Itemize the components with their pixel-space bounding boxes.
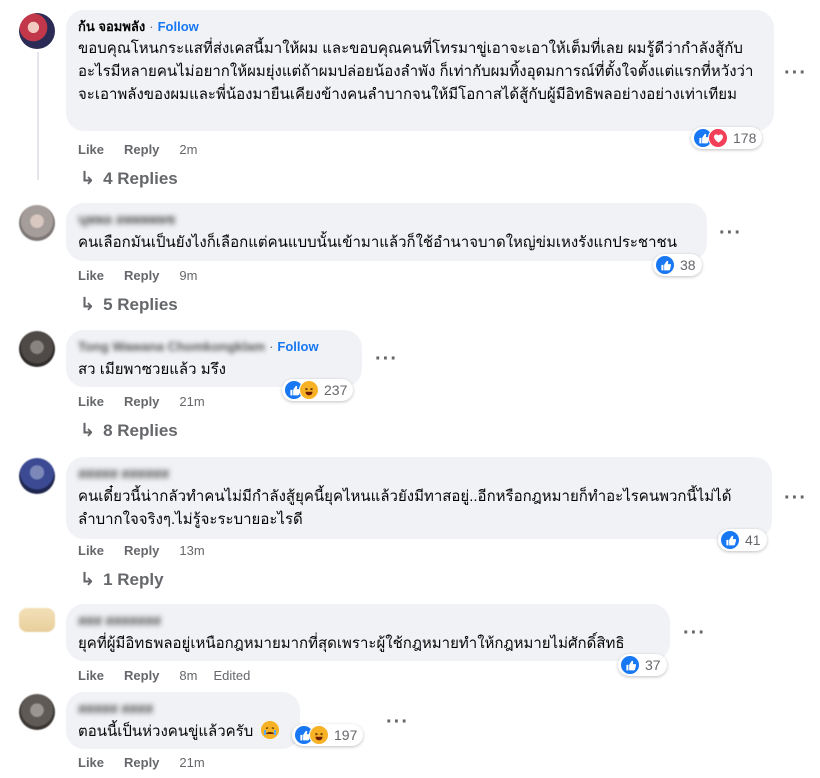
view-replies-button[interactable]: ↳ 4 Replies bbox=[80, 168, 178, 189]
replies-label: 5 Replies bbox=[103, 294, 178, 314]
separator-dot: · bbox=[269, 339, 274, 354]
reaction-count: 38 bbox=[680, 257, 696, 273]
comment-text: ยุคที่ผู้มีอิทธพลอยู่เหนือกฎหมายมากที่สุ… bbox=[78, 635, 625, 652]
follow-button[interactable]: Follow bbox=[277, 338, 318, 355]
more-icon[interactable]: ··· bbox=[784, 63, 807, 83]
reaction-count: 197 bbox=[334, 727, 358, 743]
comment-author-row: สสสสส สสสส bbox=[78, 700, 288, 717]
avatar[interactable] bbox=[19, 205, 55, 241]
separator-dot: · bbox=[149, 19, 154, 34]
reply-arrow-icon: ↳ bbox=[80, 168, 96, 188]
comment-author[interactable]: สสส สสสสสสส bbox=[78, 612, 161, 629]
replies-label: 4 Replies bbox=[103, 168, 178, 188]
haha-icon bbox=[299, 380, 319, 400]
comment-actions: Like Reply 8m Edited bbox=[78, 668, 266, 683]
comment-author-row: สสส สสสสสสส bbox=[78, 612, 658, 629]
crying-emoji-icon bbox=[261, 721, 280, 739]
comment-author[interactable]: สสสสส สสสสสส bbox=[78, 465, 169, 482]
comment-author-row: นุพพล ลพพพพพช bbox=[78, 211, 695, 228]
avatar[interactable] bbox=[19, 458, 55, 494]
reaction-badge[interactable]: 197 bbox=[292, 724, 364, 746]
comment-text: คนเดี๋ยวนี้น่ากลัวทำคนไม่มีกำลังสู้ยุคนี… bbox=[78, 488, 732, 528]
like-button[interactable]: Like bbox=[78, 268, 104, 283]
comment-text: คนเลือกมันเป็นยังไงก็เลือกแต่คนแบบนั้นเข… bbox=[78, 234, 677, 251]
reply-button[interactable]: Reply bbox=[124, 755, 159, 770]
comment-text-row: ตอนนี้เป็นห่วงคนขู่แล้วครับ bbox=[78, 720, 288, 743]
more-icon[interactable]: ··· bbox=[719, 223, 742, 243]
comment-author[interactable]: ก้น จอมพลัง bbox=[78, 18, 145, 35]
timestamp[interactable]: 21m bbox=[179, 394, 204, 409]
comment-actions: Like Reply 9m bbox=[78, 268, 213, 283]
reply-arrow-icon: ↳ bbox=[80, 420, 96, 440]
comment-actions: Like Reply 13m bbox=[78, 543, 221, 558]
like-button[interactable]: Like bbox=[78, 543, 104, 558]
comment-bubble: ก้น จอมพลัง · Follow ขอบคุณโหนกระแสที่ส่… bbox=[66, 10, 774, 131]
reaction-count: 37 bbox=[645, 657, 661, 673]
comment-actions: Like Reply 21m bbox=[78, 755, 221, 770]
reply-button[interactable]: Reply bbox=[124, 142, 159, 157]
comment-author[interactable]: นุพพล ลพพพพพช bbox=[78, 211, 175, 228]
comment-author[interactable]: Tong Wawana Chomkongklam bbox=[78, 338, 265, 355]
like-button[interactable]: Like bbox=[78, 142, 104, 157]
view-replies-button[interactable]: ↳ 8 Replies bbox=[80, 420, 178, 441]
view-replies-button[interactable]: ↳ 5 Replies bbox=[80, 294, 178, 315]
comment-author-row: สสสสส สสสสสส bbox=[78, 465, 760, 482]
comment-text: สว เมียพาซวยแล้ว มรึง bbox=[78, 361, 226, 378]
reply-button[interactable]: Reply bbox=[124, 268, 159, 283]
more-icon[interactable]: ··· bbox=[386, 712, 409, 732]
comment-bubble: สสสสส สสสสสส คนเดี๋ยวนี้น่ากลัวทำคนไม่มี… bbox=[66, 457, 772, 539]
haha-icon bbox=[309, 725, 329, 745]
more-icon[interactable]: ··· bbox=[375, 349, 398, 369]
comment-text: ตอนนี้เป็นห่วงคนขู่แล้วครับ bbox=[78, 723, 254, 740]
avatar[interactable] bbox=[19, 608, 55, 632]
reply-button[interactable]: Reply bbox=[124, 668, 159, 683]
comment-bubble: สสส สสสสสสส ยุคที่ผู้มีอิทธพลอยู่เหนือกฎ… bbox=[66, 604, 670, 661]
comment-author-row: ก้น จอมพลัง · Follow bbox=[78, 18, 762, 35]
timestamp[interactable]: 8m bbox=[179, 668, 197, 683]
comment-author-row: Tong Wawana Chomkongklam · Follow bbox=[78, 338, 350, 355]
reaction-count: 41 bbox=[745, 532, 761, 548]
reaction-count: 178 bbox=[733, 130, 757, 146]
like-button[interactable]: Like bbox=[78, 394, 104, 409]
comment-author[interactable]: สสสสส สสสส bbox=[78, 700, 153, 717]
follow-button[interactable]: Follow bbox=[158, 18, 199, 35]
reply-arrow-icon: ↳ bbox=[80, 294, 96, 314]
comment-bubble: นุพพล ลพพพพพช คนเลือกมันเป็นยังไงก็เลือก… bbox=[66, 203, 707, 261]
view-replies-button[interactable]: ↳ 1 Reply bbox=[80, 569, 164, 590]
reply-button[interactable]: Reply bbox=[124, 394, 159, 409]
reaction-badge[interactable]: 37 bbox=[618, 654, 667, 676]
avatar[interactable] bbox=[19, 694, 55, 730]
comment-actions: Like Reply 2m bbox=[78, 142, 213, 157]
timestamp[interactable]: 2m bbox=[179, 142, 197, 157]
like-button[interactable]: Like bbox=[78, 755, 104, 770]
like-icon bbox=[620, 655, 640, 675]
avatar[interactable] bbox=[19, 331, 55, 367]
replies-label: 8 Replies bbox=[103, 420, 178, 440]
comment-bubble: สสสสส สสสส ตอนนี้เป็นห่วงคนขู่แล้วครับ bbox=[66, 692, 300, 749]
replies-label: 1 Reply bbox=[103, 569, 164, 589]
comment-actions: Like Reply 21m bbox=[78, 394, 221, 409]
timestamp[interactable]: 13m bbox=[179, 543, 204, 558]
more-icon[interactable]: ··· bbox=[683, 623, 706, 643]
reaction-badge[interactable]: 41 bbox=[718, 529, 767, 551]
more-icon[interactable]: ··· bbox=[784, 488, 807, 508]
timestamp[interactable]: 21m bbox=[179, 755, 204, 770]
reply-button[interactable]: Reply bbox=[124, 543, 159, 558]
timestamp[interactable]: 9m bbox=[179, 268, 197, 283]
reaction-badge[interactable]: 38 bbox=[653, 254, 702, 276]
reaction-badge[interactable]: 237 bbox=[282, 379, 354, 401]
reply-arrow-icon: ↳ bbox=[80, 569, 96, 589]
like-icon bbox=[655, 255, 675, 275]
love-icon bbox=[708, 128, 728, 148]
thread-line bbox=[37, 52, 39, 180]
reaction-badge[interactable]: 178 bbox=[691, 127, 763, 149]
avatar[interactable] bbox=[19, 13, 55, 49]
reaction-count: 237 bbox=[324, 382, 348, 398]
like-icon bbox=[720, 530, 740, 550]
comment-text: ขอบคุณโหนกระแสที่ส่งเคสนี้มาให้ผม และขอบ… bbox=[78, 40, 754, 103]
like-button[interactable]: Like bbox=[78, 668, 104, 683]
edited-label[interactable]: Edited bbox=[213, 668, 250, 683]
